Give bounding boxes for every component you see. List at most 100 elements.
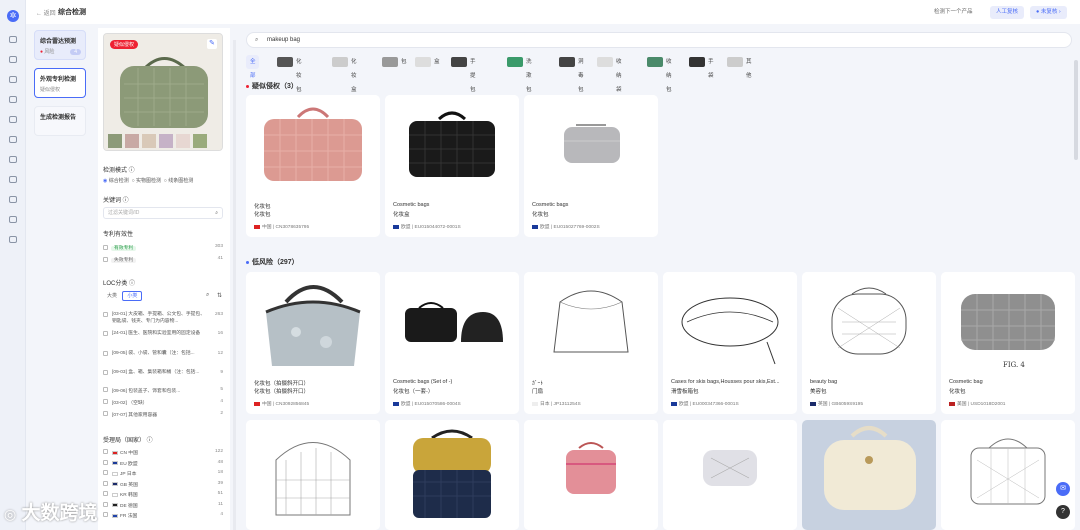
category-thumb xyxy=(451,57,467,67)
region-item[interactable]: GB 英国 39 xyxy=(103,480,223,488)
category-thumb xyxy=(559,57,575,67)
results-scrollbar[interactable] xyxy=(1074,60,1078,160)
result-image xyxy=(246,95,380,195)
loc-tab-major[interactable]: 大类 xyxy=(103,292,121,300)
result-card[interactable]: Cosmetic bags 化妆包 欧盟 | EU015027769-0002S xyxy=(524,95,658,237)
loc-tabs: 大类 小类 xyxy=(103,291,143,301)
category-tab[interactable]: 全部 xyxy=(246,55,259,79)
manual-review-button[interactable]: 人工复核 xyxy=(990,6,1025,19)
mode-radio-1[interactable]: ◉ 综合检测 xyxy=(103,178,129,184)
result-country: 中国 xyxy=(262,225,272,230)
step-report[interactable]: 生成检测报告 xyxy=(34,106,86,136)
keyword-title-text: 关键词 xyxy=(103,198,122,204)
result-card[interactable]: ｶﾞｰﾄ 门扇 日本 | JP1311254S xyxy=(524,272,658,414)
nav-icon-5[interactable] xyxy=(9,116,17,123)
result-card[interactable] xyxy=(941,420,1075,530)
step-patent[interactable]: 外观专利检测 疑似侵权 xyxy=(34,68,86,98)
loc-item[interactable]: [03-01] 大皮箱、手提箱、公文包、手提包、钥匙袋、钱夹、专门为内容物...… xyxy=(103,311,223,329)
nav-icon-11[interactable] xyxy=(9,236,17,243)
unreviewed-button[interactable]: ● 未复核 › xyxy=(1030,6,1067,19)
help-icon[interactable]: ? xyxy=(1056,505,1070,519)
result-card[interactable] xyxy=(524,420,658,530)
search-icon[interactable]: ⌕ xyxy=(215,208,218,218)
next-product-link[interactable]: 检测下一个产品 xyxy=(928,6,979,19)
category-tab[interactable]: 化妆包 xyxy=(274,55,305,93)
mode-radio-2[interactable]: ○ 实物图检测 xyxy=(132,178,161,184)
category-tab[interactable]: 其他 xyxy=(724,55,755,79)
loc-item[interactable]: [09-03] 盒、箱、集装箱和桶（注：包括... 9 xyxy=(103,369,223,385)
nav-icon-4[interactable] xyxy=(9,96,17,103)
result-card[interactable]: beauty bag 美容包 英国 | GB6059S9195 xyxy=(802,272,936,414)
category-tab[interactable]: 手提包 xyxy=(448,55,479,93)
region-item[interactable]: EU 欧盟 48 xyxy=(103,459,223,467)
region-item[interactable]: JP 日本 18 xyxy=(103,470,223,477)
step-sub: 疑似侵权 xyxy=(40,87,61,93)
result-card[interactable] xyxy=(246,420,380,530)
edit-icon[interactable]: ✎ xyxy=(207,39,217,49)
nav-icon-1[interactable] xyxy=(9,36,17,43)
loc-tab-minor[interactable]: 小类 xyxy=(122,291,143,301)
category-thumb xyxy=(277,57,293,67)
category-tab[interactable]: 收纳袋 xyxy=(594,55,625,93)
category-tab[interactable]: 盒 xyxy=(412,55,443,69)
category-tab[interactable]: 化妆盒 xyxy=(329,55,360,93)
region-item[interactable]: CN 中国 122 xyxy=(103,449,223,456)
loc-title: LOC分类 ⓘ xyxy=(103,281,136,287)
region-item[interactable]: KR 韩国 51 xyxy=(103,491,223,498)
result-card[interactable] xyxy=(663,420,797,530)
category-tab[interactable]: 收纳包 xyxy=(644,55,675,93)
loc-item[interactable]: [03-02] （空缺） 4 xyxy=(103,399,223,406)
nav-icon-6[interactable] xyxy=(9,136,17,143)
region-count: 18 xyxy=(217,470,223,475)
loc-search-icon[interactable]: ⌕ xyxy=(206,292,209,299)
result-subtitle: 化妆包（拍摄斜开口） xyxy=(254,389,310,395)
chat-icon[interactable]: ✉ xyxy=(1056,482,1070,496)
result-card[interactable]: 化妆包（拍摄斜开口） 化妆包（拍摄斜开口） 中国 | CN3092856845 xyxy=(246,272,380,414)
result-card[interactable]: 化妆包 化妆包 中国 | CN3078635795 xyxy=(246,95,380,237)
nav-icon-10[interactable] xyxy=(9,216,17,223)
result-card[interactable]: Cosmetic bags (Set of -) 化妆包（一套-） 欧盟 | EU0… xyxy=(385,272,519,414)
result-card[interactable]: FIG. 4 Cosmetic bag 化妆包 美国 | USD1018D2001 xyxy=(941,272,1075,414)
nav-icon-3[interactable] xyxy=(9,76,17,83)
result-meta: 英国 | GB6059S9195 xyxy=(810,400,863,407)
nav-icon-9[interactable] xyxy=(9,196,17,203)
region-item[interactable]: DE 德国 11 xyxy=(103,501,223,509)
category-tab[interactable]: 包 xyxy=(379,55,410,69)
loc-label: [03-01] 大皮箱、手提箱、公文包、手提包、钥匙袋、钱夹、专门为内容物... xyxy=(112,312,206,324)
filter-scrollbar[interactable] xyxy=(233,40,236,530)
category-label: 洗漱包 xyxy=(526,59,532,93)
back-link[interactable]: ← 返回 xyxy=(36,8,56,17)
result-card[interactable]: Cosmetic bags 化妆盒 欧盟 | EU015044072-0001S xyxy=(385,95,519,237)
result-card[interactable] xyxy=(385,420,519,530)
nav-icon-2[interactable] xyxy=(9,56,17,63)
loc-item[interactable]: [09-05] 袋、小袋、管和囊（注：包括... 12 xyxy=(103,350,223,366)
region-item[interactable]: FR 法国 4 xyxy=(103,512,223,519)
sort-icon[interactable]: ⇅ xyxy=(217,292,222,299)
section-title: 低风险（297） xyxy=(252,259,299,266)
mode-radio-3[interactable]: ○ 线条图检测 xyxy=(164,178,193,184)
loc-item[interactable]: [09-06] 包装盖子、饰套和包装... 5 xyxy=(103,387,223,394)
category-tab[interactable]: 洞毒包 xyxy=(556,55,587,93)
section-suspected: 疑似侵权（3） xyxy=(246,81,298,91)
category-tab[interactable]: 手袋 xyxy=(686,55,717,79)
nav-icon-7[interactable] xyxy=(9,156,17,163)
nav-icon-8[interactable] xyxy=(9,176,17,183)
loc-item[interactable]: [07-07] 其他家用容器 2 xyxy=(103,411,223,418)
validity-row[interactable]: 有效专利 303 xyxy=(103,244,223,251)
keyword-input[interactable]: 过滤关键词/ID ⌕ xyxy=(103,207,223,219)
region-count: 39 xyxy=(217,480,223,486)
loc-item[interactable]: [24-01] 医生、医院和实验室用的固定设备 16 xyxy=(103,330,223,346)
flag-icon xyxy=(393,224,399,229)
step-radar[interactable]: 综合雷达预测 ● 风险 4 xyxy=(34,30,86,60)
result-subtitle: 化妆包 xyxy=(949,389,966,395)
result-card[interactable] xyxy=(802,420,936,530)
category-tab[interactable]: 洗漱包 xyxy=(504,55,535,93)
result-card[interactable]: Cases for skis bags,Housses pour skis,Es… xyxy=(663,272,797,414)
result-meta: 欧盟 | EU015070586-0004S xyxy=(393,400,461,407)
app-logo-icon[interactable]: ✲ xyxy=(7,10,19,22)
region-code: EU xyxy=(120,461,127,467)
svg-text:FIG. 4: FIG. 4 xyxy=(1003,361,1025,369)
search-input[interactable]: ⌕ makeup bag xyxy=(246,32,1072,48)
validity-row[interactable]: 失效专利 41 xyxy=(103,256,223,263)
flag-icon xyxy=(112,513,118,518)
